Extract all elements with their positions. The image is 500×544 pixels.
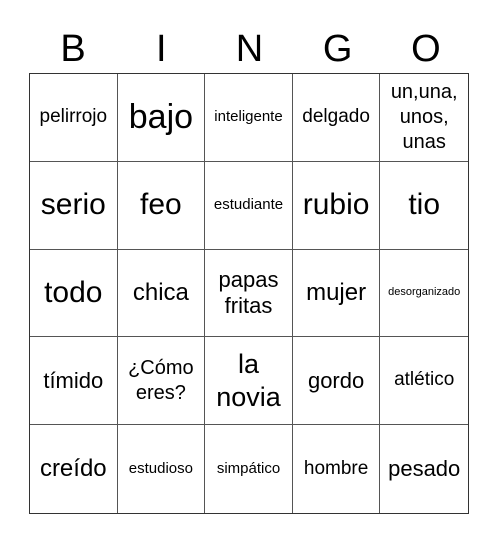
bingo-cell[interactable]: atlético bbox=[380, 337, 468, 426]
bingo-cell[interactable]: bajo bbox=[117, 74, 206, 162]
bingo-cell[interactable]: gordo bbox=[292, 337, 381, 426]
bingo-cell[interactable]: estudiante bbox=[205, 161, 293, 250]
bingo-cell[interactable]: mujer bbox=[292, 249, 381, 338]
bingo-cell[interactable]: papas fritas bbox=[205, 249, 293, 338]
bingo-cell[interactable]: rubio bbox=[292, 161, 381, 250]
bingo-header: B I N G O bbox=[29, 26, 470, 73]
header-letter-b: B bbox=[60, 28, 86, 70]
bingo-cell[interactable]: ¿Cómo eres? bbox=[117, 337, 206, 426]
bingo-cell[interactable]: un,una, unos, unas bbox=[380, 74, 468, 162]
bingo-cell[interactable]: simpático bbox=[205, 425, 293, 513]
header-letter-i: I bbox=[156, 28, 167, 70]
bingo-cell[interactable]: pesado bbox=[380, 425, 468, 513]
bingo-cell[interactable]: tímido bbox=[30, 337, 118, 426]
bingo-cell[interactable]: inteligente bbox=[205, 74, 293, 162]
header-letter-g: G bbox=[322, 28, 353, 70]
bingo-cell[interactable]: creído bbox=[30, 425, 118, 513]
header-letter-n: N bbox=[235, 28, 264, 70]
bingo-cell[interactable]: tio bbox=[380, 162, 468, 250]
bingo-cell[interactable]: estudioso bbox=[118, 425, 206, 513]
bingo-cell[interactable]: hombre bbox=[293, 425, 381, 513]
bingo-cell[interactable]: la novia bbox=[205, 337, 293, 426]
bingo-cell[interactable]: feo bbox=[117, 161, 206, 250]
bingo-cell[interactable]: chica bbox=[117, 249, 206, 338]
bingo-grid: pelirrojo bajo inteligente delgado un,un… bbox=[29, 73, 469, 514]
bingo-cell[interactable]: desorganizado bbox=[380, 250, 468, 338]
bingo-cell[interactable]: todo bbox=[30, 249, 118, 338]
header-letter-o: O bbox=[411, 28, 441, 70]
bingo-cell[interactable]: delgado bbox=[292, 74, 381, 162]
bingo-cell[interactable]: serio bbox=[30, 161, 118, 250]
bingo-cell[interactable]: pelirrojo bbox=[30, 74, 118, 162]
